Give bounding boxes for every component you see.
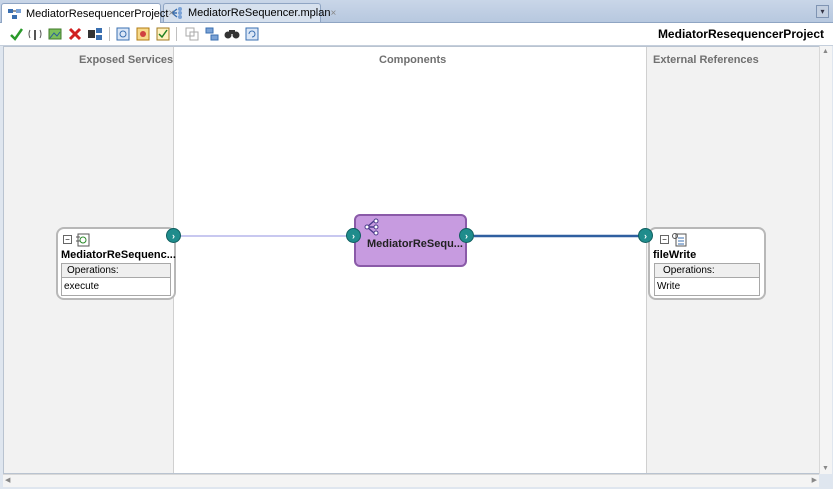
scroll-right-icon[interactable]: ▶ — [812, 476, 817, 484]
service-header: − — [63, 232, 91, 247]
create-icon[interactable] — [184, 26, 200, 42]
test-icon[interactable] — [115, 26, 131, 42]
service-mediator-resequencer[interactable]: − MediatorReSequenc... Operations: execu… — [56, 227, 176, 300]
close-icon[interactable]: × — [168, 8, 174, 19]
validate-icon[interactable] — [8, 26, 24, 42]
close-icon[interactable]: × — [330, 8, 336, 19]
mediator-icon — [364, 218, 379, 236]
mediator-component[interactable]: MediatorReSequ... — [354, 214, 467, 267]
toolbar-separator — [176, 27, 177, 41]
deploy-icon[interactable] — [87, 26, 103, 42]
composite-toolbar: MediatorResequencerProject — [0, 23, 833, 46]
service-name: MediatorReSequenc... — [61, 249, 176, 261]
operations-box: Operations: execute — [61, 263, 171, 296]
layout-icon[interactable] — [204, 26, 220, 42]
security-icon[interactable] — [135, 26, 151, 42]
reference-header: − — [660, 232, 688, 247]
service-port-icon[interactable]: › — [166, 228, 181, 243]
operations-box: Operations: Write — [654, 263, 760, 296]
vertical-scrollbar[interactable]: ▲ ▼ — [819, 46, 832, 474]
refresh-icon[interactable] — [244, 26, 260, 42]
editor-tab-bar: MediatorResequencerProject × MediatorReS… — [0, 0, 833, 23]
delete-icon[interactable] — [67, 26, 83, 42]
tab-project[interactable]: MediatorResequencerProject × — [1, 3, 174, 23]
scroll-left-icon[interactable]: ◀ — [5, 476, 10, 484]
checklist-icon[interactable] — [155, 26, 171, 42]
web-service-icon — [76, 233, 90, 247]
operation-item[interactable]: Write — [655, 278, 759, 295]
image-icon[interactable] — [47, 26, 63, 42]
horizontal-scrollbar[interactable]: ◀ ▶ — [3, 474, 819, 487]
tab-list-dropdown-icon[interactable]: ▾ — [816, 5, 829, 18]
collapse-icon[interactable]: − — [63, 235, 72, 244]
operation-item[interactable]: execute — [62, 278, 170, 295]
tab-mplan[interactable]: MediatorReSequencer.mplan × — [163, 3, 336, 22]
collapse-icon[interactable]: − — [660, 235, 669, 244]
scroll-down-icon[interactable]: ▼ — [822, 465, 829, 472]
file-adapter-icon — [672, 233, 687, 247]
composite-canvas[interactable]: Exposed Services Components External Ref… — [3, 46, 820, 474]
find-icon[interactable] — [224, 26, 240, 42]
scroll-up-icon[interactable]: ▲ — [822, 48, 829, 55]
mediator-name: MediatorReSequ... — [367, 238, 463, 250]
toolbar-separator — [109, 27, 110, 41]
project-title: MediatorResequencerProject — [657, 27, 824, 41]
composite-icon — [8, 8, 22, 20]
operations-label: Operations: — [655, 264, 759, 278]
reference-file-write[interactable]: − fileWrite Operations: Write — [648, 227, 766, 300]
reference-port-icon[interactable]: › — [638, 228, 653, 243]
tab-label: MediatorReSequencer.mplan — [188, 7, 331, 19]
operations-label: Operations: — [62, 264, 170, 278]
mediator-out-port-icon[interactable]: › — [459, 228, 474, 243]
reference-name: fileWrite — [653, 249, 697, 261]
antenna-icon[interactable] — [27, 26, 43, 42]
mediator-in-port-icon[interactable]: › — [346, 228, 361, 243]
tab-label: MediatorResequencerProject — [26, 7, 169, 20]
